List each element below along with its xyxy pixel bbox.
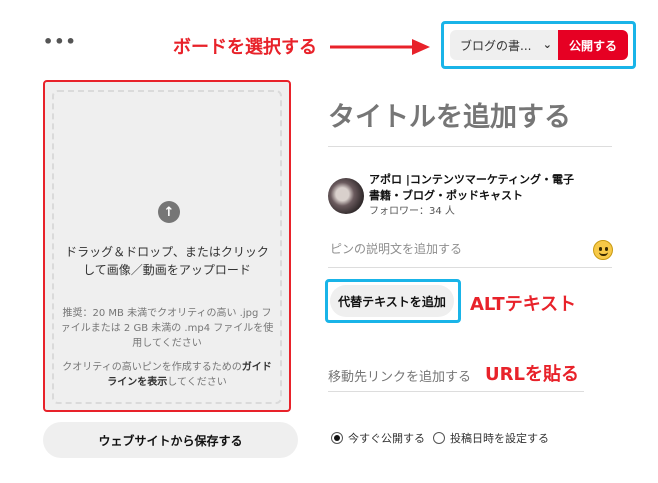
description-divider — [328, 267, 612, 268]
board-select-dropdown[interactable]: ブログの書... ⌄ — [450, 30, 558, 60]
arrow-up-icon[interactable]: ↑ — [158, 201, 180, 223]
publish-now-option[interactable]: 今すぐ公開する — [331, 430, 425, 446]
guide-suffix: してください — [167, 377, 227, 388]
description-input[interactable]: ピンの説明文を追加する — [330, 240, 462, 257]
upload-instructions: ドラッグ＆ドロップ、またはクリックして画像／動画をアップロード — [65, 245, 269, 277]
publish-now-label: 今すぐ公開する — [348, 432, 425, 445]
board-select-label: ブログの書... — [460, 38, 532, 53]
annotation-arrow-icon — [330, 39, 430, 55]
publish-button[interactable]: 公開する — [558, 30, 628, 60]
avatar — [328, 178, 364, 214]
chevron-down-icon: ⌄ — [542, 38, 552, 51]
add-alt-text-button[interactable]: 代替テキストを追加 — [330, 285, 454, 317]
annotation-paste-url: URLを貼る — [485, 364, 579, 385]
upload-guideline-text: クオリティの高いピンを作成するためのガイドラインを表示してください — [60, 360, 274, 390]
schedule-label: 投稿日時を設定する — [450, 432, 549, 445]
title-input[interactable]: タイトルを追加する — [328, 100, 612, 136]
follower-count: フォロワー：34 人 — [369, 206, 455, 217]
schedule-option[interactable]: 投稿日時を設定する — [433, 430, 549, 446]
save-from-website-button[interactable]: ウェブサイトから保存する — [43, 422, 298, 458]
link-divider — [328, 391, 584, 392]
more-options-icon[interactable]: ••• — [43, 34, 77, 50]
guide-prefix: クオリティの高いピンを作成するための — [62, 362, 242, 373]
title-divider — [328, 146, 612, 147]
annotation-alt-text: ALTテキスト — [470, 294, 577, 315]
destination-link-input[interactable]: 移動先リンクを追加する — [328, 366, 471, 385]
emoji-icon[interactable] — [593, 240, 613, 260]
upload-requirements: 推奨：20 MB 未満でクオリティの高い .jpg ファイルまたは 2 GB 未… — [60, 308, 274, 349]
radio-selected-icon[interactable] — [331, 432, 343, 444]
radio-unselected-icon[interactable] — [433, 432, 445, 444]
annotation-select-board: ボードを選択する — [173, 37, 317, 58]
author-name: アポロ |コンテンツマーケティング・電子書籍・ブログ・ポッドキャスト — [369, 173, 574, 202]
